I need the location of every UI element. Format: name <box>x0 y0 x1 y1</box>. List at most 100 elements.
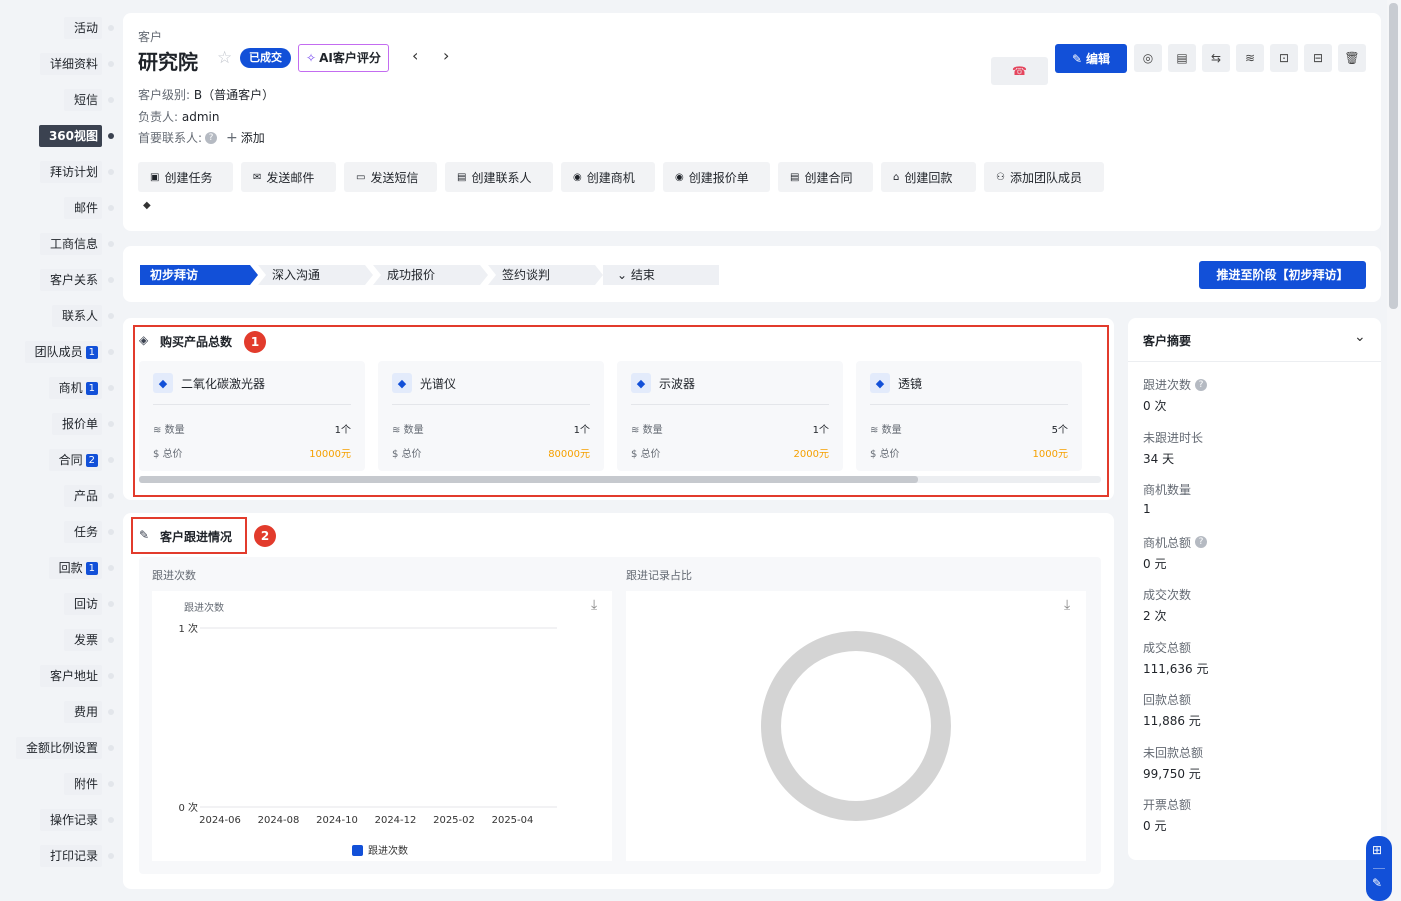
action-button[interactable]: ▣ 创建任务 <box>138 162 233 192</box>
nav-item[interactable]: 金额比例设置 <box>15 737 114 759</box>
nav-item-label: 工商信息 <box>49 237 98 251</box>
nav-item[interactable]: 合同 2 <box>48 449 114 471</box>
merge-button[interactable]: ≋ <box>1236 44 1264 72</box>
nav-item[interactable]: 详细资料 <box>39 53 114 75</box>
nav-item-label-box: 客户关系 <box>39 269 102 291</box>
nav-item[interactable]: 任务 <box>63 521 114 543</box>
nav-indicator-dot <box>108 277 114 283</box>
donut-ring <box>761 631 951 821</box>
print-button[interactable]: ▤ <box>1168 44 1196 72</box>
action-button[interactable]: ▤ 创建联系人 <box>445 162 553 192</box>
nav-item[interactable]: 联系人 <box>51 305 114 327</box>
coin-icon: ◉ <box>573 171 582 183</box>
summary-value: 2 次 <box>1143 609 1167 623</box>
nav-item[interactable]: 回款 1 <box>48 557 114 579</box>
summary-label-row: 开票总额 <box>1143 796 1191 813</box>
action-button[interactable]: ✉ 发送邮件 <box>241 162 336 192</box>
nav-item-label-box: 详细资料 <box>39 53 102 75</box>
nav-item[interactable]: 发票 <box>63 629 114 651</box>
action-button[interactable]: ◉ 创建商机 <box>561 162 655 192</box>
unlock-button[interactable]: ⊟ <box>1304 44 1332 72</box>
nav-item[interactable]: 拜访计划 <box>39 161 114 183</box>
help-icon[interactable]: ? <box>1195 536 1208 548</box>
floating-toolbar: ⊞ ✎ <box>1366 836 1392 901</box>
printer-icon: ▤ <box>1176 51 1188 65</box>
nav-item[interactable]: 报价单 <box>51 413 114 435</box>
action-button[interactable]: ▭ 发送短信 <box>344 162 437 192</box>
nav-item-label: 金额比例设置 <box>25 741 98 755</box>
ai-score-button[interactable]: ✧ AI客户评分 <box>298 44 389 72</box>
nav-item-label: 操作记录 <box>49 813 98 827</box>
add-contact-link[interactable]: 添加 <box>241 129 265 146</box>
nav-item[interactable]: 产品 <box>63 485 114 507</box>
nav-item[interactable]: 费用 <box>63 701 114 723</box>
follow-button[interactable]: ◎ <box>1134 44 1162 72</box>
stage-label: 签约谈判 <box>502 268 551 282</box>
nav-indicator-dot <box>108 97 114 103</box>
summary-value: 11,886 元 <box>1143 714 1201 728</box>
chevron-down-icon[interactable]: ⌄ <box>1354 329 1366 345</box>
delete-button[interactable]: 🗑 <box>1338 44 1366 72</box>
action-button-label: 添加团队成员 <box>1009 170 1082 185</box>
action-button[interactable]: ◉ 创建报价单 <box>663 162 770 192</box>
apps-icon[interactable]: ⊞ <box>1372 843 1382 857</box>
nav-indicator-dot <box>108 709 114 715</box>
action-button-label: 发送短信 <box>370 170 419 185</box>
nav-item-label-box: 联系人 <box>51 305 102 327</box>
nav-item[interactable]: 打印记录 <box>39 845 114 867</box>
action-button[interactable]: ▤ 创建合同 <box>778 162 873 192</box>
check-circle-icon: ◎ <box>1142 51 1154 65</box>
call-button[interactable]: ☎ <box>991 57 1048 85</box>
primary-contact-label: 首要联系人: <box>138 131 203 145</box>
transfer-button[interactable]: ⇆ <box>1202 44 1230 72</box>
nav-item[interactable]: 360视图 <box>38 125 114 147</box>
nav-indicator-dot <box>108 421 114 427</box>
nav-item-label: 团队成员 <box>34 345 83 359</box>
nav-item[interactable]: 短信 <box>63 89 114 111</box>
nav-item[interactable]: 操作记录 <box>39 809 114 831</box>
edit-button[interactable]: ✎ 编辑 <box>1055 44 1127 73</box>
summary-value: 0 元 <box>1143 819 1167 833</box>
nav-item[interactable]: 客户地址 <box>39 665 114 687</box>
nav-item[interactable]: 邮件 <box>63 197 114 219</box>
nav-item[interactable]: 商机 1 <box>48 377 114 399</box>
note-edit-icon[interactable]: ✎ <box>1372 876 1382 890</box>
stage-step[interactable]: 签约谈判 <box>488 265 603 285</box>
action-button-label: 创建任务 <box>164 170 213 185</box>
lock-button[interactable]: ⊡ <box>1270 44 1298 72</box>
next-record-icon[interactable]: › <box>443 46 449 65</box>
nav-item-label: 发票 <box>73 633 98 647</box>
page-scrollbar-thumb[interactable] <box>1389 3 1398 309</box>
unlock-icon: ⊟ <box>1312 51 1324 65</box>
action-button[interactable]: ⚇ 添加团队成员 <box>984 162 1104 192</box>
nav-item[interactable]: 活动 <box>63 17 114 39</box>
nav-item-label-box: 合同 2 <box>48 449 102 471</box>
stage-step[interactable]: 深入沟通 <box>258 265 373 285</box>
nav-item-label: 产品 <box>73 489 98 503</box>
nav-item-label: 回款 <box>58 561 83 575</box>
stage-step[interactable]: 成功报价 <box>373 265 488 285</box>
ratio-donut-chart <box>761 631 951 821</box>
nav-item[interactable]: 回访 <box>63 593 114 615</box>
action-button[interactable]: ⌂ 创建回款 <box>881 162 976 192</box>
tag-icon[interactable]: ◆ <box>143 200 151 211</box>
star-icon[interactable]: ☆ <box>217 48 232 68</box>
stage-step[interactable]: ⌄ 结束 <box>603 265 719 285</box>
merge-icon: ≋ <box>1244 51 1256 65</box>
x-tick-label: 2024-06 <box>199 815 241 826</box>
nav-item-label-box: 费用 <box>63 701 102 723</box>
nav-item[interactable]: 工商信息 <box>39 233 114 255</box>
nav-item[interactable]: 客户关系 <box>39 269 114 291</box>
stage-step[interactable]: 初步拜访 <box>140 265 258 285</box>
action-button-label: 创建报价单 <box>688 170 749 185</box>
nav-item[interactable]: 团队成员 1 <box>24 341 114 363</box>
prev-record-icon[interactable]: ‹ <box>412 46 418 65</box>
legend-label: 跟进次数 <box>368 844 408 857</box>
nav-item-label-box: 360视图 <box>38 125 102 147</box>
help-icon[interactable]: ? <box>1195 378 1208 391</box>
advance-stage-button[interactable]: 推进至阶段【初步拜访】 <box>1199 261 1366 289</box>
y-tick-label: 1 次 <box>178 622 198 635</box>
nav-item[interactable]: 附件 <box>63 773 114 795</box>
plus-icon[interactable]: + <box>226 130 238 146</box>
summary-label: 商机总额 <box>1143 535 1192 550</box>
